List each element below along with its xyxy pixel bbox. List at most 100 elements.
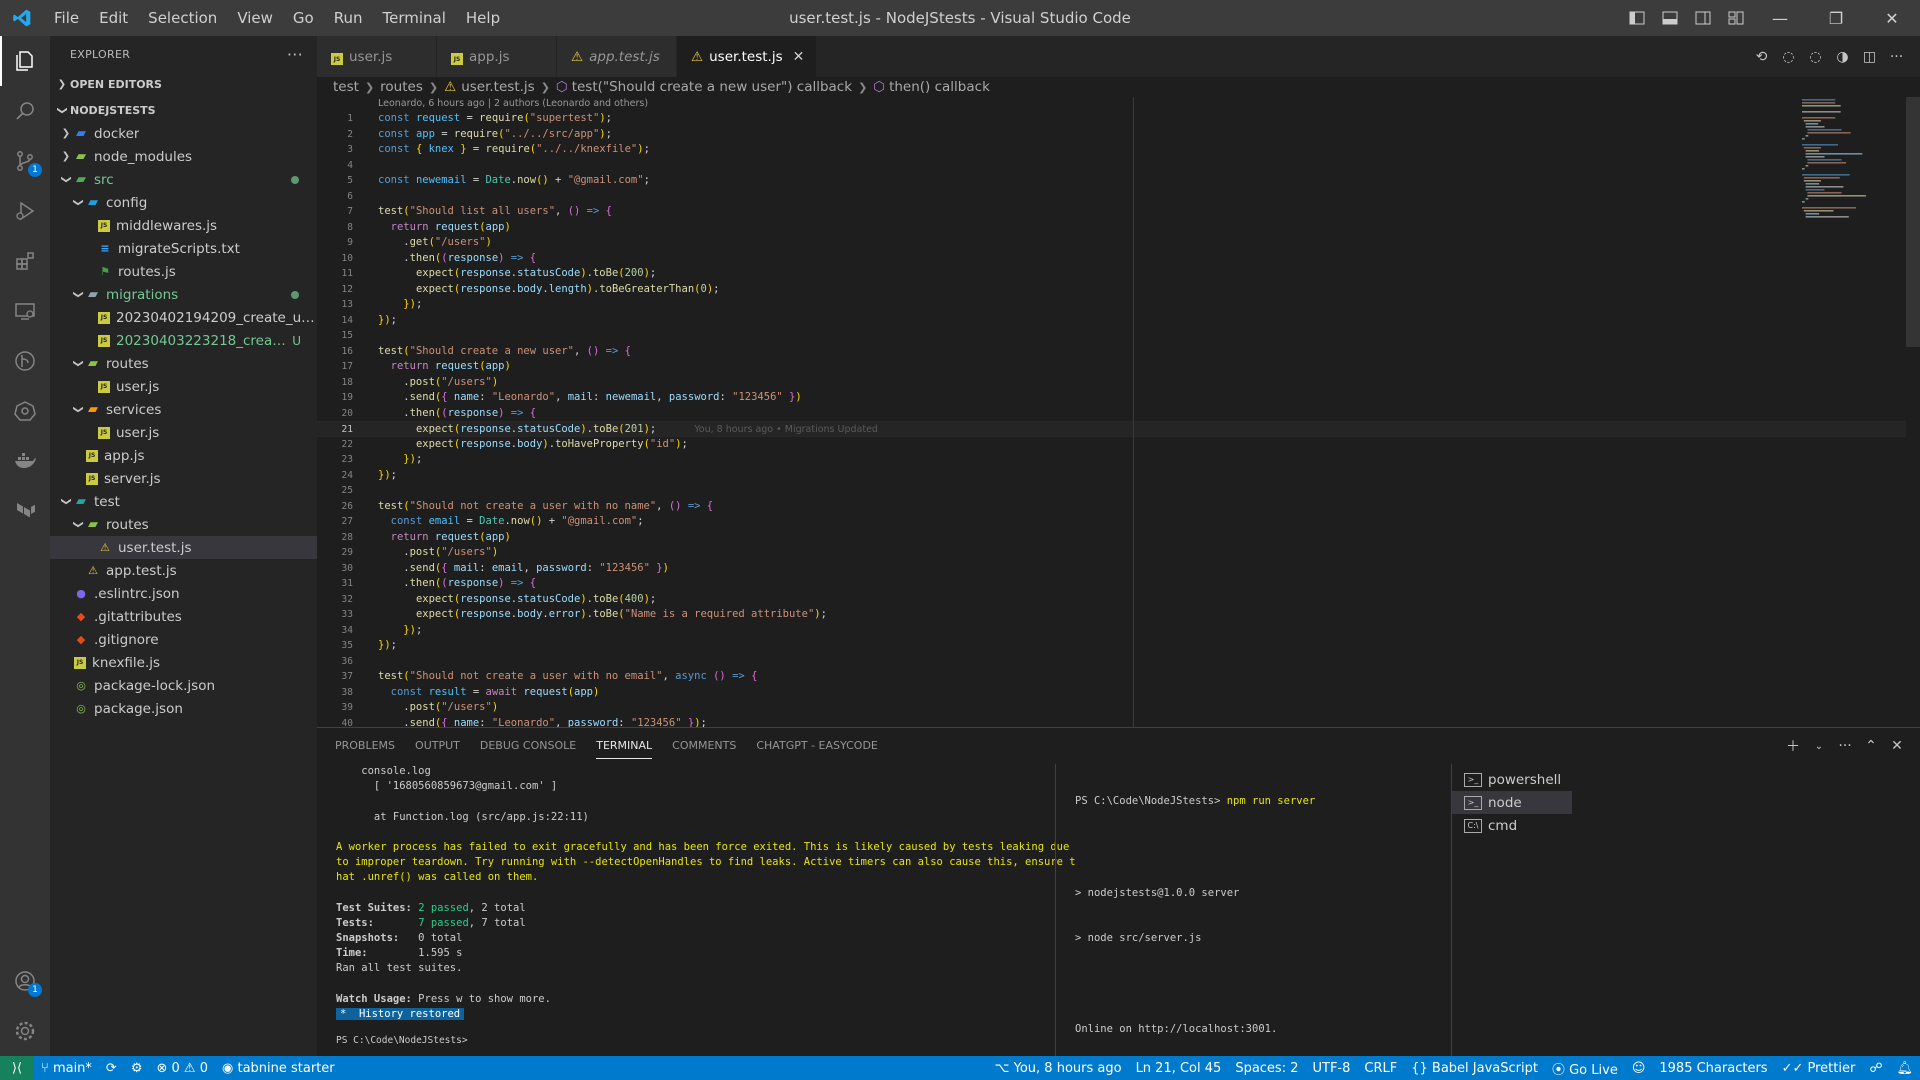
more-actions-icon[interactable]: ··· xyxy=(1832,738,1858,754)
code-line[interactable]: 18 .post("/users") xyxy=(317,375,1920,391)
close-tab-icon[interactable]: ✕ xyxy=(793,49,805,65)
code-line[interactable]: 23 }); xyxy=(317,452,1920,468)
tree-folder[interactable]: ❯ ▰ services xyxy=(50,398,317,421)
search-icon[interactable] xyxy=(0,86,50,136)
terraform-icon[interactable] xyxy=(0,486,50,536)
menu-help[interactable]: Help xyxy=(456,0,510,36)
open-editors-section[interactable]: ❯ OPEN EDITORS xyxy=(50,72,317,96)
code-line[interactable]: 17 return request(app) xyxy=(317,359,1920,375)
terminal-split-divider[interactable] xyxy=(1055,764,1056,1057)
code-line[interactable]: 31 .then((response) => { xyxy=(317,576,1920,592)
run-debug-icon[interactable] xyxy=(0,186,50,236)
remote-explorer-icon[interactable] xyxy=(0,286,50,336)
menu-edit[interactable]: Edit xyxy=(89,0,138,36)
terminal-output-left[interactable]: console.log [ '1680560859673@gmail.com' … xyxy=(336,764,1076,1057)
tree-folder[interactable]: ❯ ▰ routes xyxy=(50,513,317,536)
settings-gear-icon[interactable] xyxy=(0,1006,50,1056)
tree-folder[interactable]: ❯ ▰ test xyxy=(50,490,317,513)
code-line[interactable]: 13 }); xyxy=(317,297,1920,313)
project-section[interactable]: ❯ NODEJSTESTS xyxy=(50,98,317,122)
breadcrumb-item[interactable]: then() callback xyxy=(889,79,990,95)
split-editor-icon[interactable]: ◫ xyxy=(1856,49,1883,65)
tree-file[interactable]: JS app.js xyxy=(50,444,317,467)
git-graph-icon[interactable] xyxy=(0,336,50,386)
code-line[interactable]: 30 .send({ mail: email, password: "12345… xyxy=(317,561,1920,577)
code-line[interactable]: 15 xyxy=(317,328,1920,344)
menu-file[interactable]: File xyxy=(44,0,89,36)
code-line[interactable]: 9 .get("/users") xyxy=(317,235,1920,251)
menu-run[interactable]: Run xyxy=(324,0,373,36)
copilot-icon[interactable]: ☺ xyxy=(1625,1061,1653,1076)
tree-folder[interactable]: ❯ ▰ src xyxy=(50,168,317,191)
code-line[interactable]: 7 test("Should list all users", () => { xyxy=(317,204,1920,220)
docker-icon[interactable] xyxy=(0,436,50,486)
tree-file[interactable]: ≡ migrateScripts.txt xyxy=(50,237,317,260)
code-line[interactable]: 26 test("Should not create a user with no… xyxy=(317,499,1920,515)
git-lens-icon[interactable]: ◑ xyxy=(1829,49,1856,65)
tree-file[interactable]: ◆ .gitignore xyxy=(50,628,317,651)
tree-file[interactable]: ◎ package.json xyxy=(50,697,317,720)
menu-terminal[interactable]: Terminal xyxy=(373,0,456,36)
terminal-instance[interactable]: C:\ cmd xyxy=(1452,814,1572,837)
menu-view[interactable]: View xyxy=(227,0,283,36)
breadcrumb-item[interactable]: routes xyxy=(380,79,423,95)
previous-change-icon[interactable]: ◌ xyxy=(1775,49,1802,65)
tree-file[interactable]: ◎ package-lock.json xyxy=(50,674,317,697)
more-actions-icon[interactable]: ··· xyxy=(287,45,303,64)
tree-file[interactable]: ● .eslintrc.json xyxy=(50,582,317,605)
scrollbar-thumb[interactable] xyxy=(1906,97,1920,347)
encoding[interactable]: UTF-8 xyxy=(1305,1061,1357,1076)
editor-tab[interactable]: JS app.js xyxy=(437,36,557,77)
panel-tab[interactable]: TERMINAL xyxy=(586,728,662,764)
minimap[interactable] xyxy=(1800,97,1890,727)
tree-file[interactable]: JS 20230402194209_create_user.js xyxy=(50,306,317,329)
code-line[interactable]: 10 .then((response) => { xyxy=(317,251,1920,267)
code-line[interactable]: 37 test("Should not create a user with no… xyxy=(317,669,1920,685)
sync-icon[interactable]: ⟳ xyxy=(99,1061,124,1076)
end-of-line[interactable]: CRLF xyxy=(1357,1061,1404,1076)
tree-file[interactable]: JS middlewares.js xyxy=(50,214,317,237)
codelens-authors[interactable]: Leonardo, 6 hours ago | 2 authors (Leona… xyxy=(378,97,648,111)
terminal-instance[interactable]: >_ node xyxy=(1452,791,1572,814)
extensions-icon[interactable] xyxy=(0,236,50,286)
tree-file[interactable]: JS user.js xyxy=(50,375,317,398)
tree-file[interactable]: ⚠ app.test.js xyxy=(50,559,317,582)
code-line[interactable]: 38 const result = await request(app) xyxy=(317,685,1920,701)
remote-indicator-icon[interactable]: ⟩⟨ xyxy=(0,1056,34,1080)
kubernetes-icon[interactable] xyxy=(0,386,50,436)
code-line[interactable]: 25 xyxy=(317,483,1920,499)
terminal-output-right[interactable]: PS C:\Code\NodeJStests> npm run server >… xyxy=(1075,764,1435,1080)
close-window-icon[interactable]: ✕ xyxy=(1864,0,1920,36)
tree-folder[interactable]: ❯ ▰ config xyxy=(50,191,317,214)
code-line[interactable]: 19 .send({ name: "Leonardo", mail: newem… xyxy=(317,390,1920,406)
open-changes-icon[interactable]: ⟲ xyxy=(1748,49,1775,65)
code-line[interactable]: 12 expect(response.body.length).toBeGrea… xyxy=(317,282,1920,298)
code-editor[interactable]: Leonardo, 6 hours ago | 2 authors (Leona… xyxy=(317,97,1920,727)
tree-file[interactable]: JS 20230403223218_create_... U xyxy=(50,329,317,352)
code-line[interactable]: 2 const app = require("../../src/app"); xyxy=(317,127,1920,143)
tree-file[interactable]: JS knexfile.js xyxy=(50,651,317,674)
code-line[interactable]: 40 .send({ name: "Leonardo", password: "… xyxy=(317,716,1920,728)
restore-icon[interactable]: ❐ xyxy=(1808,0,1864,36)
code-line[interactable]: 6 xyxy=(317,189,1920,205)
toggle-panel-icon[interactable] xyxy=(1653,0,1686,36)
breadcrumb-item[interactable]: user.test.js xyxy=(461,79,535,95)
tree-folder[interactable]: ❯ ▰ node_modules xyxy=(50,145,317,168)
indentation[interactable]: Spaces: 2 xyxy=(1228,1061,1305,1076)
code-line[interactable]: 14}); xyxy=(317,313,1920,329)
git-graph-status-icon[interactable]: ⚙ xyxy=(124,1061,150,1076)
code-line[interactable]: 4 xyxy=(317,158,1920,174)
customize-layout-icon[interactable] xyxy=(1719,0,1752,36)
code-line[interactable]: 3 const { knex } = require("../../knexfil… xyxy=(317,142,1920,158)
feedback-icon[interactable]: ☍ xyxy=(1862,1061,1889,1076)
next-change-icon[interactable]: ◌ xyxy=(1802,49,1829,65)
code-line[interactable]: 16 test("Should create a new user", () =>… xyxy=(317,344,1920,360)
panel-tab[interactable]: DEBUG CONSOLE xyxy=(470,728,586,764)
source-control-icon[interactable]: 1 xyxy=(0,136,50,186)
code-line[interactable]: 22 expect(response.body).toHaveProperty(… xyxy=(317,437,1920,453)
code-line[interactable]: 24}); xyxy=(317,468,1920,484)
tree-file[interactable]: JS user.js xyxy=(50,421,317,444)
menu-go[interactable]: Go xyxy=(283,0,324,36)
tree-file[interactable]: ⚠ user.test.js xyxy=(50,536,317,559)
editor-tab[interactable]: JS user.js xyxy=(317,36,437,77)
